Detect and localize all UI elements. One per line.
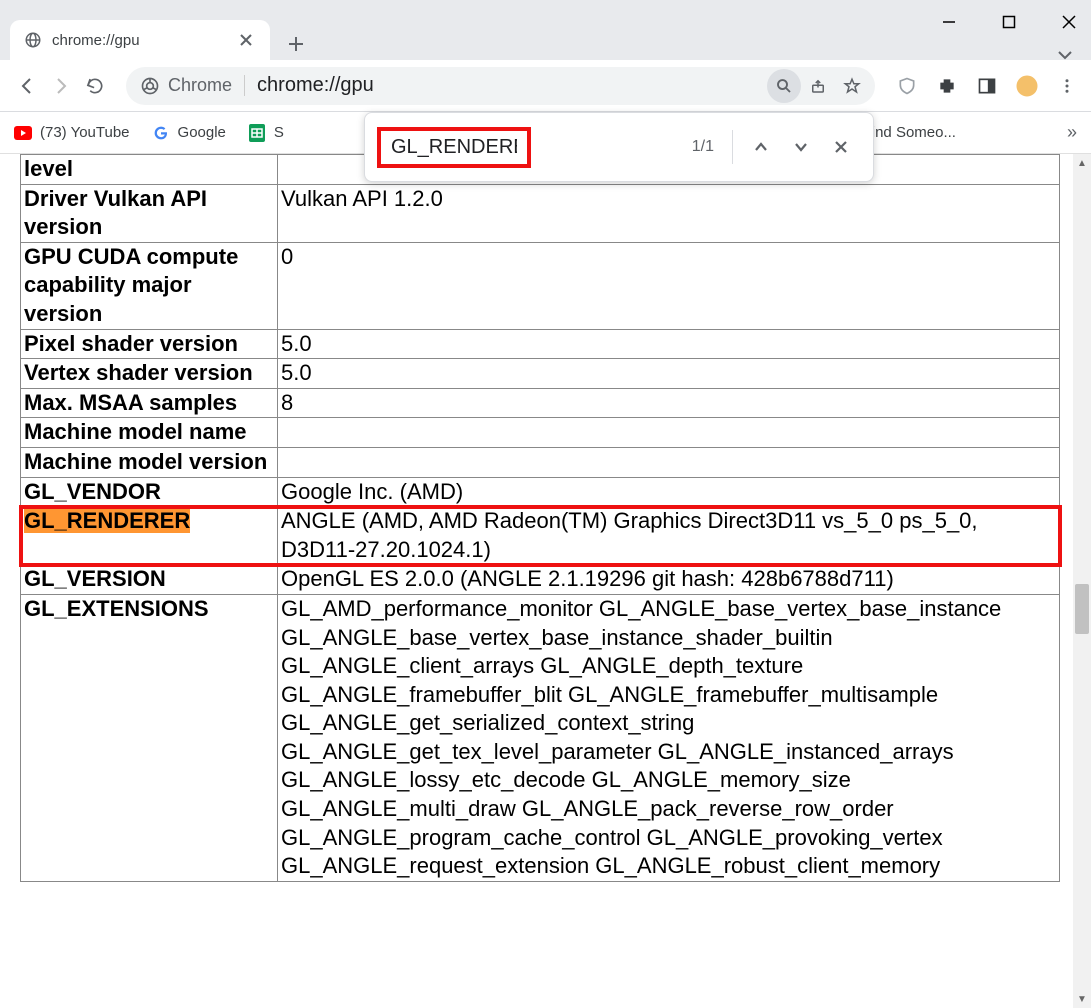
site-info-label: Chrome [168, 75, 232, 96]
table-key-cell: Max. MSAA samples [21, 388, 278, 418]
browser-tab[interactable]: chrome://gpu [10, 20, 270, 60]
url-text[interactable]: chrome://gpu [257, 74, 767, 97]
table-key-cell: Driver Vulkan API version [21, 184, 278, 242]
tab-close-button[interactable] [236, 32, 256, 48]
find-input-annotation [377, 127, 531, 168]
scrollbar-thumb[interactable] [1075, 584, 1089, 634]
table-row: GL_RENDERERANGLE (AMD, AMD Radeon(TM) Gr… [21, 507, 1060, 565]
new-tab-button[interactable] [280, 28, 312, 60]
table-value-cell [278, 447, 1060, 477]
gpu-info-table: levelDriver Vulkan API versionVulkan API… [20, 154, 1060, 882]
table-value-cell: 5.0 [278, 329, 1060, 359]
table-key-cell: GPU CUDA compute capability major versio… [21, 242, 278, 329]
table-key-cell: GL_VENDOR [21, 477, 278, 507]
youtube-icon [14, 124, 32, 142]
table-row: Driver Vulkan API versionVulkan API 1.2.… [21, 184, 1060, 242]
find-match-count: 1/1 [692, 138, 714, 156]
table-row: Pixel shader version5.0 [21, 329, 1060, 359]
globe-icon [24, 31, 42, 49]
menu-button[interactable] [1053, 72, 1081, 100]
scroll-down-arrow[interactable]: ▼ [1073, 990, 1091, 1008]
table-value-cell: GL_AMD_performance_monitor GL_ANGLE_base… [278, 594, 1060, 881]
bookmark-label: S [274, 124, 284, 141]
table-value-cell: 0 [278, 242, 1060, 329]
google-icon [152, 124, 170, 142]
address-bar[interactable]: Chrome chrome://gpu [126, 67, 875, 105]
reload-button[interactable] [78, 69, 112, 103]
back-button[interactable] [10, 69, 44, 103]
extensions-puzzle-icon[interactable] [933, 72, 961, 100]
bookmark-label: (73) YouTube [40, 124, 130, 141]
table-key-cell: Machine model version [21, 447, 278, 477]
maximize-button[interactable] [991, 6, 1027, 38]
tab-title: chrome://gpu [52, 32, 236, 49]
site-info-chip[interactable]: Chrome [140, 75, 245, 96]
bookmark-star-icon[interactable] [835, 69, 869, 103]
scroll-up-arrow[interactable]: ▲ [1073, 154, 1091, 172]
table-row: Max. MSAA samples8 [21, 388, 1060, 418]
table-key-cell: level [21, 155, 278, 185]
side-panel-icon[interactable] [973, 72, 1001, 100]
table-key-cell: Machine model name [21, 418, 278, 448]
table-value-cell: 5.0 [278, 359, 1060, 389]
table-value-cell: 8 [278, 388, 1060, 418]
find-prev-button[interactable] [741, 127, 781, 167]
table-key-cell: GL_EXTENSIONS [21, 594, 278, 881]
profile-avatar[interactable] [1013, 72, 1041, 100]
tab-strip: chrome://gpu [0, 12, 1091, 60]
share-icon[interactable] [801, 69, 835, 103]
page-viewport: levelDriver Vulkan API versionVulkan API… [0, 154, 1091, 1008]
table-key-cell: GL_VERSION [21, 565, 278, 595]
find-next-button[interactable] [781, 127, 821, 167]
table-row: GL_EXTENSIONSGL_AMD_performance_monitor … [21, 594, 1060, 881]
find-divider [732, 130, 733, 164]
chrome-icon [140, 76, 160, 96]
vertical-scrollbar[interactable]: ▲ ▼ [1073, 154, 1091, 1008]
table-row: GL_VENDORGoogle Inc. (AMD) [21, 477, 1060, 507]
gpu-info-page: levelDriver Vulkan API versionVulkan API… [0, 154, 1091, 882]
bookmark-label: Google [178, 124, 226, 141]
sheets-icon [248, 124, 266, 142]
table-value-cell [278, 418, 1060, 448]
table-row: Machine model name [21, 418, 1060, 448]
forward-button[interactable] [44, 69, 78, 103]
find-in-page-bar: 1/1 [364, 112, 874, 182]
bookmark-youtube[interactable]: (73) YouTube [14, 124, 130, 142]
find-close-button[interactable] [821, 127, 861, 167]
bookmarks-overflow-button[interactable]: » [1067, 122, 1077, 143]
close-window-button[interactable] [1051, 6, 1087, 38]
table-row: GPU CUDA compute capability major versio… [21, 242, 1060, 329]
table-value-cell: ANGLE (AMD, AMD Radeon(TM) Graphics Dire… [278, 507, 1060, 565]
table-row: Machine model version [21, 447, 1060, 477]
table-value-cell: OpenGL ES 2.0.0 (ANGLE 2.1.19296 git has… [278, 565, 1060, 595]
bookmark-sheets[interactable]: S [248, 124, 284, 142]
table-key-cell: Pixel shader version [21, 329, 278, 359]
table-value-cell: Vulkan API 1.2.0 [278, 184, 1060, 242]
toolbar-extensions [885, 72, 1081, 100]
table-row: Vertex shader version5.0 [21, 359, 1060, 389]
window-controls [931, 6, 1087, 38]
table-value-cell: Google Inc. (AMD) [278, 477, 1060, 507]
tab-search-button[interactable] [1057, 50, 1073, 60]
minimize-button[interactable] [931, 6, 967, 38]
browser-toolbar: Chrome chrome://gpu [0, 60, 1091, 112]
bookmark-google[interactable]: Google [152, 124, 226, 142]
extension-shield-icon[interactable] [893, 72, 921, 100]
find-in-page-icon[interactable] [767, 69, 801, 103]
table-key-cell: GL_RENDERER [21, 507, 278, 565]
table-key-cell: Vertex shader version [21, 359, 278, 389]
table-row: GL_VERSIONOpenGL ES 2.0.0 (ANGLE 2.1.192… [21, 565, 1060, 595]
window-titlebar [0, 0, 1091, 12]
find-input[interactable] [389, 135, 519, 160]
